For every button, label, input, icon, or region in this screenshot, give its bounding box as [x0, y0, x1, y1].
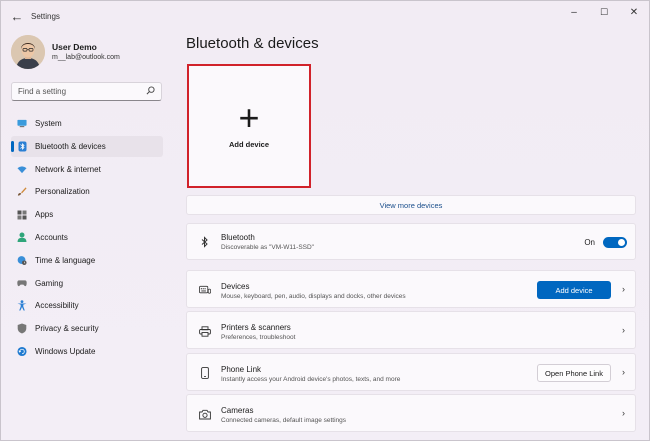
- phone-link-title: Phone Link: [221, 365, 262, 374]
- close-icon: ✕: [629, 6, 639, 18]
- sidebar-item-system[interactable]: System: [11, 113, 163, 134]
- plus-icon: +: [238, 97, 260, 138]
- accessibility-icon: [17, 300, 27, 311]
- view-more-devices-label: View more devices: [379, 200, 443, 210]
- sidebar-item-label: Apps: [35, 210, 54, 220]
- sidebar-item-label: System: [35, 119, 62, 128]
- monitor-icon: [17, 119, 27, 129]
- minimize-icon: –: [571, 6, 577, 18]
- chevron-right-icon: ›: [622, 284, 625, 294]
- bluetooth-title: Bluetooth: [221, 233, 255, 242]
- sidebar-item-label: Gaming: [35, 278, 64, 288]
- user-email: m__lab@outlook.com: [52, 54, 120, 61]
- brush-icon: [17, 187, 27, 197]
- chevron-right-icon: ›: [622, 367, 625, 377]
- devices-subtitle: Mouse, keyboard, pen, audio, displays an…: [221, 293, 406, 300]
- maximize-button[interactable]: ☐: [589, 1, 619, 23]
- camera-icon: [199, 408, 211, 420]
- bluetooth-state-label: On: [584, 238, 595, 247]
- search-box[interactable]: [11, 82, 162, 101]
- sidebar-item-label: Windows Update: [35, 346, 96, 356]
- cameras-row[interactable]: Cameras Connected cameras, default image…: [186, 394, 636, 432]
- sidebar-item-label: Time & language: [35, 255, 96, 265]
- sidebar-item-accessibility[interactable]: Accessibility: [11, 295, 163, 316]
- sidebar-item-label: Bluetooth & devices: [35, 141, 106, 151]
- search-icon[interactable]: [146, 86, 155, 97]
- sidebar-item-personalization[interactable]: Personalization: [11, 181, 163, 202]
- back-button[interactable]: ←: [5, 4, 29, 28]
- chevron-right-icon: ›: [622, 408, 625, 418]
- avatar[interactable]: [11, 35, 45, 69]
- bluetooth-icon: [199, 236, 211, 248]
- gamepad-icon: [17, 278, 27, 288]
- sidebar-item-accounts[interactable]: Accounts: [11, 227, 163, 248]
- printers-scanners-subtitle: Preferences, troubleshoot: [221, 334, 296, 341]
- search-input[interactable]: [18, 87, 143, 96]
- devices-row[interactable]: Devices Mouse, keyboard, pen, audio, dis…: [186, 270, 636, 308]
- sidebar-item-label: Privacy & security: [35, 324, 99, 334]
- sidebar-nav: System Bluetooth & devices Network & int…: [11, 113, 163, 364]
- sidebar-item-label: Accounts: [35, 232, 68, 242]
- cameras-title: Cameras: [221, 406, 254, 415]
- sidebar-item-apps[interactable]: Apps: [11, 204, 163, 225]
- cameras-subtitle: Connected cameras, default image setting…: [221, 417, 347, 424]
- maximize-icon: ☐: [599, 6, 609, 17]
- shield-icon: [17, 323, 27, 334]
- close-button[interactable]: ✕: [619, 1, 649, 23]
- phone-link-subtitle: Instantly access your Android device's p…: [221, 376, 401, 383]
- sidebar-item-time-language[interactable]: Time & language: [11, 250, 163, 271]
- sidebar-item-privacy-security[interactable]: Privacy & security: [11, 318, 163, 339]
- title-bar: ← Settings – ☐ ✕: [1, 1, 649, 31]
- phone-link-row[interactable]: Phone Link Instantly access your Android…: [186, 353, 636, 391]
- add-device-tile[interactable]: + Add device: [187, 64, 311, 188]
- sidebar-item-network-internet[interactable]: Network & internet: [11, 159, 163, 180]
- printers-scanners-title: Printers & scanners: [221, 323, 291, 332]
- bluetooth-subtitle: Discoverable as "VM-W11-SSD": [221, 244, 314, 251]
- sidebar-item-windows-update[interactable]: Windows Update: [11, 341, 163, 362]
- add-device-tile-label: Add device: [228, 140, 269, 149]
- devices-title: Devices: [221, 282, 250, 291]
- view-more-devices-button[interactable]: View more devices: [186, 195, 636, 215]
- wifi-icon: [17, 164, 27, 174]
- sidebar-item-label: Accessibility: [35, 301, 79, 311]
- sidebar-item-gaming[interactable]: Gaming: [11, 273, 163, 294]
- page-title: Bluetooth & devices: [186, 35, 319, 52]
- sidebar-item-label: Personalization: [35, 187, 90, 197]
- minimize-button[interactable]: –: [559, 1, 589, 23]
- person-icon: [17, 232, 27, 243]
- app-title: Settings: [31, 11, 60, 21]
- settings-window: ← Settings – ☐ ✕ User Demo m__lab@outloo…: [0, 0, 650, 441]
- add-device-button[interactable]: Add device: [537, 281, 611, 299]
- user-avatar-icon: [11, 35, 45, 69]
- bluetooth-icon: [17, 141, 27, 152]
- chevron-right-icon: ›: [622, 325, 625, 335]
- sidebar-item-bluetooth-devices[interactable]: Bluetooth & devices: [11, 135, 163, 157]
- phone-icon: [199, 367, 211, 379]
- keyboard-mouse-icon: [199, 284, 211, 296]
- update-icon: [17, 346, 27, 357]
- bluetooth-toggle[interactable]: [603, 237, 627, 248]
- open-phone-link-button[interactable]: Open Phone Link: [537, 364, 611, 382]
- bluetooth-row: Bluetooth Discoverable as "VM-W11-SSD" O…: [186, 223, 636, 260]
- apps-icon: [17, 210, 27, 220]
- globe-clock-icon: [17, 255, 27, 265]
- sidebar-item-label: Network & internet: [35, 164, 101, 174]
- back-arrow-icon: ←: [10, 8, 24, 24]
- user-name: User Demo: [52, 42, 97, 52]
- printers-scanners-row[interactable]: Printers & scanners Preferences, trouble…: [186, 311, 636, 349]
- printer-icon: [199, 325, 211, 337]
- window-controls: – ☐ ✕: [559, 1, 649, 23]
